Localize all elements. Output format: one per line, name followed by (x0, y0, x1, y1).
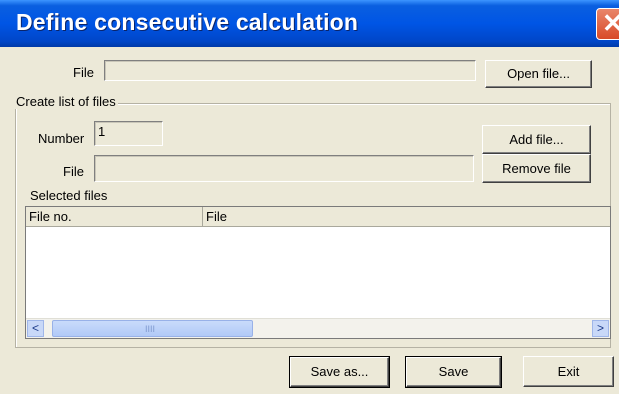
create-list-group-label: Create list of files (14, 94, 118, 109)
add-file-label: Add file... (509, 132, 564, 147)
list-file-field[interactable] (94, 155, 474, 182)
file-path-field[interactable] (104, 60, 476, 81)
chevron-left-icon: < (31, 321, 39, 335)
scrollbar-thumb[interactable]: IIII (52, 320, 253, 337)
column-header-file-no-label: File no. (29, 209, 72, 224)
close-button[interactable]: ✕ (596, 8, 619, 40)
close-icon: ✕ (602, 8, 619, 38)
define-consecutive-calculation-dialog: Define consecutive calculation ✕ File Op… (0, 0, 619, 394)
save-as-button[interactable]: Save as... (289, 356, 390, 388)
horizontal-scrollbar[interactable]: < IIII > (26, 318, 610, 338)
dialog-title: Define consecutive calculation (16, 9, 359, 35)
save-label: Save (438, 364, 469, 379)
title-bar[interactable]: Define consecutive calculation ✕ (0, 0, 619, 47)
remove-file-label: Remove file (502, 161, 571, 176)
selected-files-list[interactable]: File no. File < IIII > (25, 206, 611, 339)
save-button[interactable]: Save (405, 356, 502, 388)
list-file-label: File (63, 164, 84, 179)
scroll-left-button[interactable]: < (27, 320, 44, 337)
scrollbar-grip-icon: IIII (145, 324, 156, 334)
open-file-label: Open file... (507, 66, 570, 81)
open-file-button[interactable]: Open file... (485, 60, 592, 88)
number-value: 1 (98, 124, 106, 139)
column-header-file-no[interactable]: File no. (26, 207, 203, 227)
add-file-button[interactable]: Add file... (482, 125, 591, 154)
file-label: File (73, 65, 94, 80)
chevron-right-icon: > (596, 321, 604, 335)
exit-button[interactable]: Exit (523, 356, 614, 387)
save-as-label: Save as... (310, 364, 369, 379)
selected-files-label: Selected files (30, 188, 108, 203)
column-header-file-label: File (206, 209, 227, 224)
column-header-file[interactable]: File (203, 207, 610, 227)
scroll-right-button[interactable]: > (592, 320, 609, 337)
remove-file-button[interactable]: Remove file (482, 154, 591, 183)
number-field[interactable]: 1 (94, 121, 163, 146)
exit-label: Exit (557, 364, 580, 379)
number-label: Number (38, 131, 85, 146)
